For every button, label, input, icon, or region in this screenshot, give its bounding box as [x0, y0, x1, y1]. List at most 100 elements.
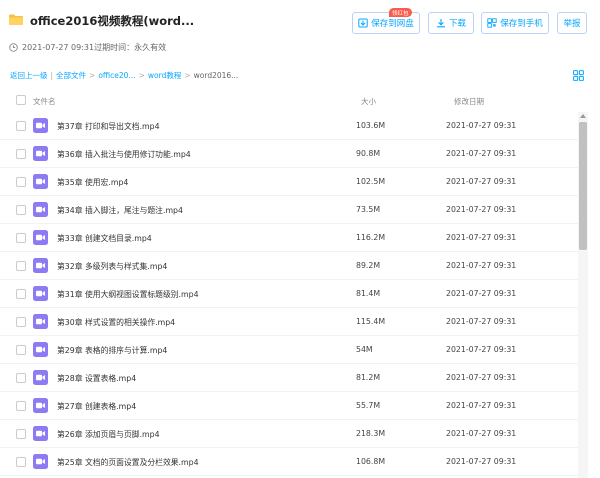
- file-name[interactable]: 第37章 打印和导出文档.mp4: [57, 121, 160, 132]
- share-page: office2016视频教程(word... 2021-07-27 09:31过…: [0, 0, 600, 478]
- breadcrumb-level1[interactable]: office20...: [98, 71, 135, 80]
- file-name[interactable]: 第28章 设置表格.mp4: [57, 373, 136, 384]
- file-size: 73.5M: [356, 205, 381, 214]
- file-name[interactable]: 第33章 创建文档目录.mp4: [57, 233, 152, 244]
- video-file-icon: [33, 174, 48, 189]
- file-date: 2021-07-27 09:31: [446, 429, 517, 438]
- file-name[interactable]: 第26章 添加页眉与页脚.mp4: [57, 429, 160, 440]
- file-checkbox[interactable]: [16, 261, 26, 271]
- file-checkbox[interactable]: [16, 177, 26, 187]
- video-file-icon: [33, 454, 48, 469]
- file-size: 102.5M: [356, 177, 386, 186]
- clock-icon: [9, 43, 18, 52]
- file-date: 2021-07-27 09:31: [446, 233, 517, 242]
- grid-view-icon[interactable]: [573, 70, 584, 81]
- file-list-header: 文件名 大小 修改日期: [0, 90, 600, 112]
- file-name[interactable]: 第25章 文档的页面设置及分栏效果.mp4: [57, 457, 199, 468]
- file-checkbox[interactable]: [16, 233, 26, 243]
- page-title: office2016视频教程(word...: [30, 14, 195, 28]
- breadcrumb-separator: >: [89, 71, 96, 80]
- video-file-icon: [33, 202, 48, 217]
- save-to-phone-label: 保存到手机: [500, 19, 543, 29]
- file-size: 89.2M: [356, 261, 381, 270]
- breadcrumb-all-files[interactable]: 全部文件: [56, 70, 86, 81]
- save-to-phone-button[interactable]: 保存到手机: [481, 12, 549, 34]
- video-file-icon: [33, 146, 48, 161]
- file-size: 106.8M: [356, 457, 386, 466]
- file-name[interactable]: 第31章 使用大纲视图设置标题级别.mp4: [57, 289, 199, 300]
- select-all-checkbox[interactable]: [16, 95, 26, 105]
- file-date: 2021-07-27 09:31: [446, 401, 517, 410]
- file-row[interactable]: 第25章 文档的页面设置及分栏效果.mp4 106.8M 2021-07-27 09…: [0, 448, 578, 476]
- file-name[interactable]: 第27章 创建表格.mp4: [57, 401, 136, 412]
- file-row[interactable]: 第35章 使用宏.mp4 102.5M 2021-07-27 09:31: [0, 168, 578, 196]
- file-checkbox[interactable]: [16, 457, 26, 467]
- report-label: 举报: [563, 19, 581, 29]
- phone-icon: [487, 18, 497, 28]
- column-header-size[interactable]: 大小: [361, 96, 376, 107]
- file-checkbox[interactable]: [16, 205, 26, 215]
- download-button[interactable]: 下载: [428, 12, 474, 34]
- video-file-icon: [33, 426, 48, 441]
- file-size: 55.7M: [356, 401, 381, 410]
- file-row[interactable]: 第29章 表格的排序与计算.mp4 54M 2021-07-27 09:31: [0, 336, 578, 364]
- file-name[interactable]: 第34章 插入脚注，尾注与题注.mp4: [57, 205, 183, 216]
- file-date: 2021-07-27 09:31: [446, 177, 517, 186]
- file-row[interactable]: 第32章 多级列表与样式集.mp4 89.2M 2021-07-27 09:31: [0, 252, 578, 280]
- file-date: 2021-07-27 09:31: [446, 149, 517, 158]
- file-size: 81.2M: [356, 373, 381, 382]
- file-row[interactable]: 第28章 设置表格.mp4 81.2M 2021-07-27 09:31: [0, 364, 578, 392]
- file-row[interactable]: 第34章 插入脚注，尾注与题注.mp4 73.5M 2021-07-27 09:31: [0, 196, 578, 224]
- column-header-date[interactable]: 修改日期: [454, 96, 484, 107]
- file-name[interactable]: 第36章 插入批注与使用修订功能.mp4: [57, 149, 191, 160]
- breadcrumb-divider: |: [50, 71, 54, 80]
- scroll-up-arrow[interactable]: [580, 114, 586, 118]
- file-size: 54M: [356, 345, 373, 354]
- breadcrumb-back[interactable]: 返回上一级: [10, 70, 48, 81]
- file-name[interactable]: 第35章 使用宏.mp4: [57, 177, 128, 188]
- file-row[interactable]: 第36章 插入批注与使用修订功能.mp4 90.8M 2021-07-27 09:3…: [0, 140, 578, 168]
- video-file-icon: [33, 370, 48, 385]
- share-meta-text: 2021-07-27 09:31过期时间：永久有效: [22, 43, 167, 52]
- share-meta: 2021-07-27 09:31过期时间：永久有效: [9, 42, 166, 53]
- column-header-name[interactable]: 文件名: [33, 96, 56, 107]
- file-checkbox[interactable]: [16, 401, 26, 411]
- file-row[interactable]: 第31章 使用大纲视图设置标题级别.mp4 81.4M 2021-07-27 09:…: [0, 280, 578, 308]
- file-checkbox[interactable]: [16, 289, 26, 299]
- file-date: 2021-07-27 09:31: [446, 121, 517, 130]
- file-date: 2021-07-27 09:31: [446, 373, 517, 382]
- red-packet-badge[interactable]: 领红包: [389, 8, 412, 17]
- file-checkbox[interactable]: [16, 121, 26, 131]
- file-date: 2021-07-27 09:31: [446, 317, 517, 326]
- file-size: 116.2M: [356, 233, 386, 242]
- folder-icon: [9, 14, 23, 25]
- file-name[interactable]: 第30章 样式设置的相关操作.mp4: [57, 317, 175, 328]
- file-row[interactable]: 第26章 添加页眉与页脚.mp4 218.3M 2021-07-27 09:31: [0, 420, 578, 448]
- file-row[interactable]: 第27章 创建表格.mp4 55.7M 2021-07-27 09:31: [0, 392, 578, 420]
- video-file-icon: [33, 286, 48, 301]
- file-list: 第37章 打印和导出文档.mp4 103.6M 2021-07-27 09:31 第3…: [0, 112, 578, 478]
- report-button[interactable]: 举报: [557, 12, 587, 34]
- file-checkbox[interactable]: [16, 345, 26, 355]
- file-checkbox[interactable]: [16, 149, 26, 159]
- download-label: 下载: [448, 19, 466, 29]
- breadcrumb: 返回上一级 | 全部文件 > office20... > word教程 > wo…: [10, 70, 238, 81]
- file-row[interactable]: 第33章 创建文档目录.mp4 116.2M 2021-07-27 09:31: [0, 224, 578, 252]
- file-name[interactable]: 第32章 多级列表与样式集.mp4: [57, 261, 167, 272]
- file-checkbox[interactable]: [16, 373, 26, 383]
- file-row[interactable]: 第37章 打印和导出文档.mp4 103.6M 2021-07-27 09:31: [0, 112, 578, 140]
- file-checkbox[interactable]: [16, 317, 26, 327]
- file-row[interactable]: 第30章 样式设置的相关操作.mp4 115.4M 2021-07-27 09:31: [0, 308, 578, 336]
- breadcrumb-current: word2016...: [193, 71, 239, 80]
- scrollbar-thumb[interactable]: [579, 122, 587, 250]
- file-date: 2021-07-27 09:31: [446, 289, 517, 298]
- video-file-icon: [33, 258, 48, 273]
- file-name[interactable]: 第29章 表格的排序与计算.mp4: [57, 345, 167, 356]
- breadcrumb-level2[interactable]: word教程: [148, 70, 181, 81]
- file-date: 2021-07-27 09:31: [446, 205, 517, 214]
- file-size: 90.8M: [356, 149, 381, 158]
- file-date: 2021-07-27 09:31: [446, 345, 517, 354]
- file-checkbox[interactable]: [16, 429, 26, 439]
- download-icon: [436, 19, 445, 28]
- breadcrumb-separator: >: [184, 71, 191, 80]
